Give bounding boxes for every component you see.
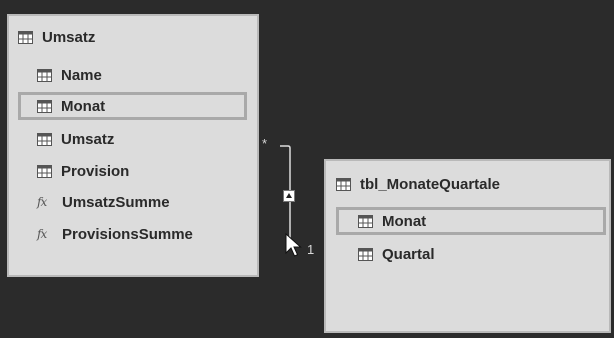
field-label: Monat bbox=[61, 97, 106, 115]
field-label: ProvisionsSumme bbox=[62, 225, 193, 243]
table-icon bbox=[336, 178, 351, 191]
field-name[interactable]: Name bbox=[37, 61, 102, 89]
field-label: Quartal bbox=[382, 245, 435, 263]
table-header-monatequartale[interactable]: tbl_MonateQuartale bbox=[336, 176, 500, 193]
arrow-up-icon[interactable] bbox=[283, 190, 295, 202]
field-monat[interactable]: Monat bbox=[18, 92, 247, 120]
field-umsatz[interactable]: Umsatz bbox=[37, 125, 114, 153]
relationship-cardinality-many: * bbox=[262, 136, 268, 151]
measure-icon: fx bbox=[37, 195, 47, 209]
field-quartal[interactable]: Quartal bbox=[358, 240, 435, 268]
field-label: UmsatzSumme bbox=[62, 193, 170, 211]
table-column-icon bbox=[358, 214, 373, 228]
table-column-icon bbox=[358, 247, 373, 261]
table-column-icon bbox=[37, 132, 52, 146]
mouse-cursor bbox=[285, 233, 302, 257]
table-title: tbl_MonateQuartale bbox=[360, 176, 501, 193]
table-card-monatequartale[interactable]: tbl_MonateQuartale Monat Quartal bbox=[324, 159, 611, 333]
field-label: Monat bbox=[382, 212, 427, 230]
table-column-icon bbox=[37, 99, 52, 113]
table-column-icon bbox=[37, 164, 52, 178]
table-icon bbox=[18, 31, 33, 44]
measure-icon: fx bbox=[37, 227, 47, 241]
field-label: Umsatz bbox=[61, 130, 115, 148]
table-title: Umsatz bbox=[42, 29, 96, 46]
field-monat[interactable]: Monat bbox=[336, 207, 606, 235]
field-provisionssumme[interactable]: fx ProvisionsSumme bbox=[37, 220, 193, 248]
table-column-icon bbox=[37, 68, 52, 82]
field-umsatzsumme[interactable]: fx UmsatzSumme bbox=[37, 188, 170, 216]
relationship-cardinality-one: 1 bbox=[307, 242, 315, 257]
table-header-umsatz[interactable]: Umsatz bbox=[18, 29, 95, 46]
table-card-umsatz[interactable]: Umsatz Name Monat Umsatz Provision fx Um… bbox=[7, 14, 259, 277]
field-provision[interactable]: Provision bbox=[37, 157, 129, 185]
field-label: Name bbox=[61, 66, 102, 84]
field-label: Provision bbox=[61, 162, 130, 180]
